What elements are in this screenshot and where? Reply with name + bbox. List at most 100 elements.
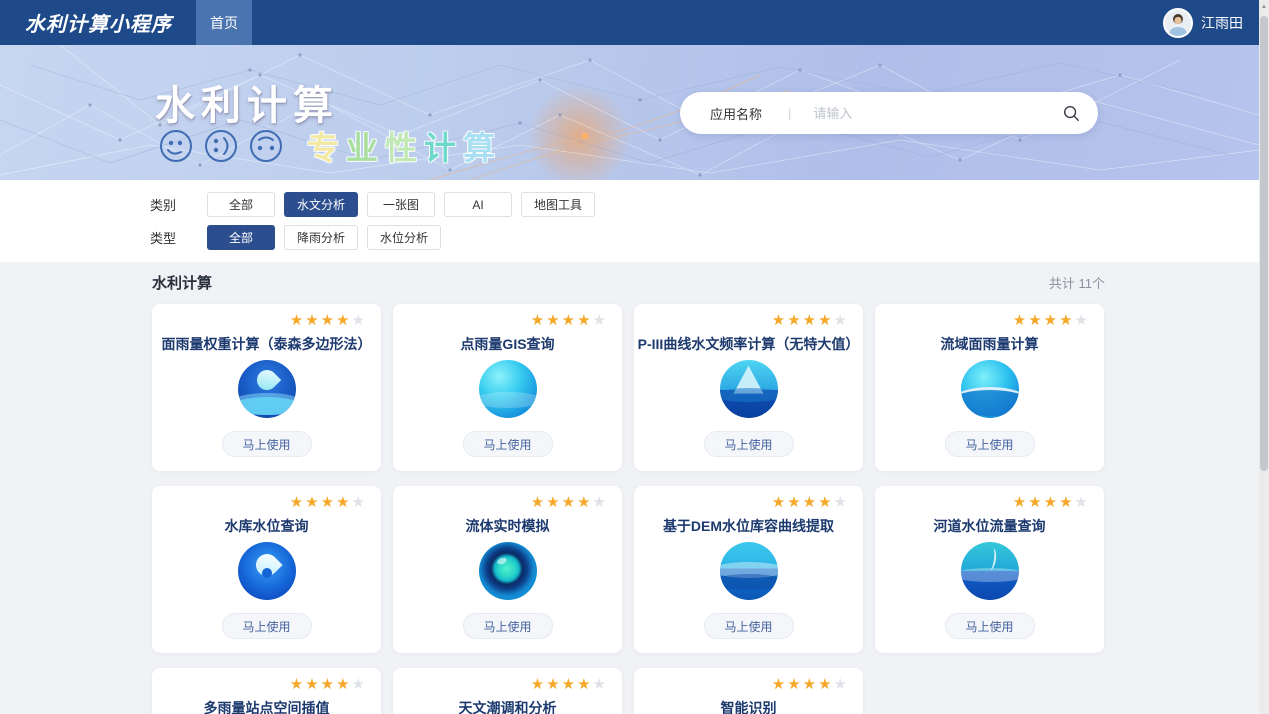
use-now-button[interactable]: 马上使用 [704, 431, 794, 457]
app-title: 水利计算小程序 [25, 8, 172, 37]
use-now-button[interactable]: 马上使用 [222, 431, 312, 457]
use-now-button[interactable]: 马上使用 [463, 431, 553, 457]
app-card-title: 河道水位流量查询 [875, 516, 1104, 536]
app-card: ★★★★★ P-III曲线水文频率计算（无特大值） 马上使用 [634, 304, 863, 471]
type-option[interactable]: 全部 [207, 225, 275, 250]
hero-subtitle-row: 专业性计算 [158, 123, 502, 169]
app-card: ★★★★★ 面雨量权重计算（泰森多边形法） 马上使用 [152, 304, 381, 471]
use-now-button[interactable]: 马上使用 [463, 613, 553, 639]
app-card: ★★★★★ 天文潮调和分析 马上使用 [393, 668, 622, 714]
star-empty-icon: ★ [1075, 312, 1090, 329]
star-empty-icon: ★ [352, 312, 367, 329]
user-area: 江雨田 [1163, 8, 1243, 38]
star-filled-icon: ★ [546, 676, 561, 693]
star-filled-icon: ★ [772, 494, 787, 511]
star-filled-icon: ★ [1028, 494, 1043, 511]
star-filled-icon: ★ [336, 676, 351, 693]
app-card-title: 面雨量权重计算（泰森多边形法） [152, 334, 381, 354]
section-title: 水利计算 [152, 272, 212, 293]
star-filled-icon: ★ [803, 676, 818, 693]
tab-home[interactable]: 首页 [196, 0, 252, 45]
use-now-button[interactable]: 马上使用 [945, 613, 1035, 639]
search-input[interactable] [813, 106, 1062, 121]
use-now-button[interactable]: 马上使用 [222, 613, 312, 639]
app-card-title: 智能识别 [634, 698, 863, 714]
app-card: ★★★★★ 流域面雨量计算 马上使用 [875, 304, 1104, 471]
app-card-title: 水库水位查询 [152, 516, 381, 536]
main-content: 水利计算 共计 11个 ★★★★★ 面雨量权重计算（泰森多边形法） 马上使用 ★… [0, 262, 1259, 714]
app-count: 共计 11个 [1049, 273, 1105, 292]
star-filled-icon: ★ [787, 494, 802, 511]
star-filled-icon: ★ [1044, 312, 1059, 329]
star-filled-icon: ★ [531, 676, 546, 693]
user-name[interactable]: 江雨田 [1201, 13, 1243, 33]
star-filled-icon: ★ [305, 676, 320, 693]
star-filled-icon: ★ [577, 312, 592, 329]
category-option[interactable]: 水文分析 [284, 192, 358, 217]
star-filled-icon: ★ [321, 494, 336, 511]
star-filled-icon: ★ [290, 312, 305, 329]
app-card: ★★★★★ 水库水位查询 马上使用 [152, 486, 381, 653]
use-now-button[interactable]: 马上使用 [945, 431, 1035, 457]
category-option[interactable]: 一张图 [367, 192, 435, 217]
slogan-char: 计 [424, 130, 463, 166]
type-option[interactable]: 水位分析 [367, 225, 441, 250]
rating-stars: ★★★★★ [772, 313, 849, 328]
star-filled-icon: ★ [336, 494, 351, 511]
rating-stars: ★★★★★ [772, 677, 849, 692]
app-card-title: 流体实时模拟 [393, 516, 622, 536]
star-filled-icon: ★ [336, 312, 351, 329]
user-avatar[interactable] [1163, 8, 1193, 38]
type-option[interactable]: 降雨分析 [284, 225, 358, 250]
category-option[interactable]: 全部 [207, 192, 275, 217]
star-filled-icon: ★ [818, 312, 833, 329]
rating-stars: ★★★★★ [772, 495, 849, 510]
scrollbar-thumb[interactable] [1260, 16, 1268, 471]
smiley-icon-3 [248, 128, 284, 164]
category-options: 全部水文分析一张图 AI 地图工具 [207, 192, 595, 217]
rating-stars: ★★★★★ [531, 313, 608, 328]
scrollbar[interactable]: ▲ [1259, 0, 1269, 714]
rating-stars: ★★★★★ [531, 677, 608, 692]
use-now-button[interactable]: 马上使用 [704, 613, 794, 639]
star-empty-icon: ★ [1075, 494, 1090, 511]
star-filled-icon: ★ [321, 676, 336, 693]
app-card-title: 基于DEM水位库容曲线提取 [634, 516, 863, 536]
category-option[interactable]: AI [444, 192, 512, 217]
star-filled-icon: ★ [305, 494, 320, 511]
app-card: ★★★★★ 基于DEM水位库容曲线提取 马上使用 [634, 486, 863, 653]
star-empty-icon: ★ [593, 312, 608, 329]
piii-app-icon [720, 360, 778, 418]
star-filled-icon: ★ [1059, 312, 1074, 329]
rating-stars: ★★★★★ [1013, 313, 1090, 328]
slogan-char: 专 [307, 130, 346, 166]
search-label: 应用名称 [710, 104, 762, 123]
search-divider: | [788, 106, 791, 121]
slogan-char: 业 [346, 130, 385, 166]
filter-row-category: 类别 全部水文分析一张图 AI 地图工具 [150, 192, 1259, 217]
app-card-title: 点雨量GIS查询 [393, 334, 622, 354]
star-filled-icon: ★ [1059, 494, 1074, 511]
avatar-photo [1165, 10, 1191, 36]
search-icon[interactable] [1062, 104, 1080, 122]
star-filled-icon: ★ [1028, 312, 1043, 329]
star-filled-icon: ★ [531, 312, 546, 329]
star-empty-icon: ★ [834, 676, 849, 693]
star-empty-icon: ★ [593, 676, 608, 693]
river-app-icon [961, 542, 1019, 600]
smiley-icon-1 [158, 128, 194, 164]
area-rain-app-icon [238, 360, 296, 418]
search-bar: 应用名称 | [680, 92, 1098, 134]
rating-stars: ★★★★★ [1013, 495, 1090, 510]
rating-stars: ★★★★★ [290, 677, 367, 692]
star-filled-icon: ★ [290, 676, 305, 693]
category-option[interactable]: 地图工具 [521, 192, 595, 217]
hero-banner: 水利计算 专业性计算 应用名称 | [0, 45, 1259, 180]
scrollbar-up-arrow[interactable]: ▲ [1259, 0, 1269, 14]
filter-row-type: 类型 全部降雨分析水位分析 [150, 225, 1259, 250]
star-filled-icon: ★ [1013, 312, 1028, 329]
category-label: 类别 [150, 195, 207, 214]
app-card: ★★★★★ 点雨量GIS查询 马上使用 [393, 304, 622, 471]
star-empty-icon: ★ [834, 494, 849, 511]
app-card: ★★★★★ 河道水位流量查询 马上使用 [875, 486, 1104, 653]
